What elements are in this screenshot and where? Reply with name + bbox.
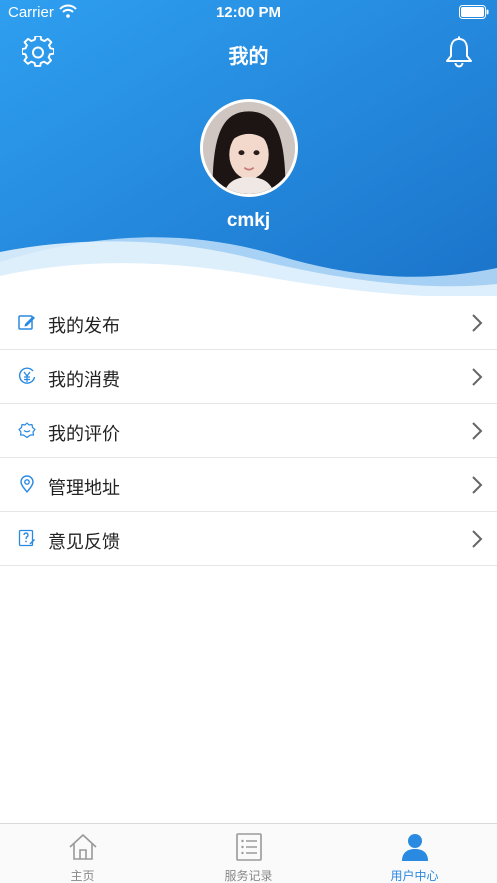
edit-icon: [18, 315, 35, 330]
tab-home[interactable]: 主页: [0, 824, 165, 883]
menu-list: 我的发布 我的消费 我的评价 管理地址 意见反馈: [0, 296, 497, 566]
tab-bar: 主页 服务记录 用户中心: [0, 823, 497, 883]
location-icon: [20, 475, 34, 493]
chevron-right-icon: [472, 422, 483, 440]
tab-user-center[interactable]: 用户中心: [332, 824, 497, 883]
tab-label: 主页: [70, 869, 95, 883]
menu-item-manage-address[interactable]: 管理地址: [0, 458, 497, 512]
menu-item-label: 我的发布: [48, 316, 120, 336]
battery-icon: [459, 5, 489, 19]
tab-label: 服务记录: [224, 869, 273, 883]
yen-icon: [18, 367, 36, 384]
chevron-right-icon: [472, 530, 483, 548]
home-icon: [68, 834, 97, 860]
menu-item-label: 我的评价: [48, 424, 120, 444]
chevron-right-icon: [472, 368, 483, 386]
tab-label: 用户中心: [390, 869, 439, 883]
tab-service-records[interactable]: 服务记录: [166, 824, 331, 883]
avatar[interactable]: [200, 99, 298, 197]
menu-item-label: 意见反馈: [48, 532, 120, 552]
nav-bar: 我的: [0, 28, 497, 74]
list-icon: [235, 833, 262, 861]
status-time: 12:00 PM: [215, 4, 282, 21]
profile-header: Carrier 12:00 PM 我的 cmkj: [0, 0, 497, 300]
menu-item-my-consumption[interactable]: 我的消费: [0, 350, 497, 404]
review-icon: [18, 422, 36, 439]
user-icon: [401, 834, 428, 861]
menu-item-feedback[interactable]: 意见反馈: [0, 512, 497, 566]
menu-item-my-posts[interactable]: 我的发布: [0, 296, 497, 350]
menu-item-my-reviews[interactable]: 我的评价: [0, 404, 497, 458]
avatar-photo: [203, 102, 295, 194]
notification-bell-icon[interactable]: [445, 36, 473, 68]
page-title: 我的: [228, 46, 269, 68]
feedback-icon: [18, 529, 36, 547]
menu-item-label: 我的消费: [48, 370, 120, 390]
status-bar: Carrier 12:00 PM: [0, 0, 497, 26]
menu-item-label: 管理地址: [48, 478, 120, 498]
chevron-right-icon: [472, 314, 483, 332]
chevron-right-icon: [472, 476, 483, 494]
username: cmkj: [226, 210, 271, 231]
